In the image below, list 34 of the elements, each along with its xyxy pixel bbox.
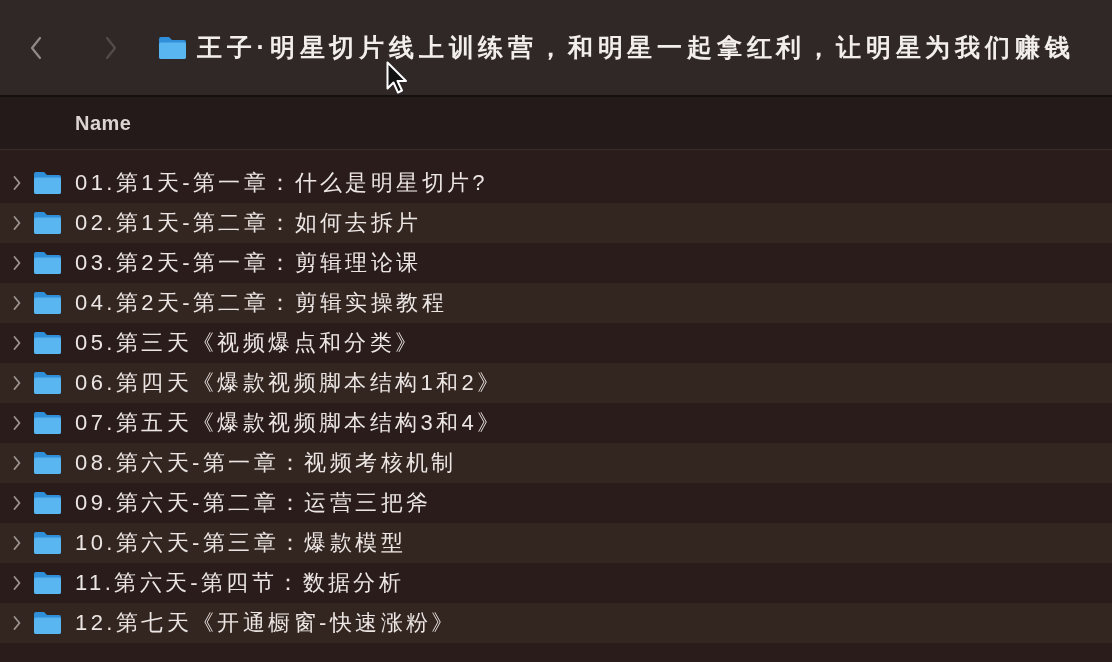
folder-name[interactable]: 11.第六天-第四节：数据分析 bbox=[75, 569, 405, 597]
folder-icon bbox=[33, 171, 62, 195]
window-title: 王子·明星切片线上训练营，和明星一起拿红利，让明星为我们赚钱 bbox=[197, 35, 1075, 60]
folder-icon bbox=[33, 531, 62, 555]
folder-name[interactable]: 01.第1天-第一章：什么是明星切片? bbox=[75, 169, 488, 197]
cursor-icon bbox=[386, 61, 408, 94]
chevron-right-icon[interactable] bbox=[11, 335, 23, 351]
chevron-right-icon[interactable] bbox=[11, 615, 23, 631]
chevron-right-icon[interactable] bbox=[11, 175, 23, 191]
chevron-right-icon[interactable] bbox=[11, 455, 23, 471]
column-header[interactable]: Name bbox=[75, 108, 132, 138]
folder-icon bbox=[33, 331, 62, 355]
chevron-right-icon[interactable] bbox=[11, 415, 23, 431]
folder-icon bbox=[33, 411, 62, 435]
folder-icon bbox=[33, 211, 62, 235]
chevron-right-icon[interactable] bbox=[11, 215, 23, 231]
folder-icon bbox=[33, 251, 62, 275]
folder-icon bbox=[158, 35, 187, 60]
chevron-right-icon[interactable] bbox=[11, 375, 23, 391]
folder-name[interactable]: 07.第五天《爆款视频脚本结构3和4》 bbox=[75, 409, 503, 437]
chevron-right-icon[interactable] bbox=[11, 495, 23, 511]
folder-icon bbox=[33, 451, 62, 475]
folder-name[interactable]: 03.第2天-第一章：剪辑理论课 bbox=[75, 249, 422, 277]
folder-icon bbox=[33, 611, 62, 635]
folder-icon bbox=[33, 371, 62, 395]
chevron-right-icon[interactable] bbox=[11, 255, 23, 271]
chevron-right-icon[interactable] bbox=[11, 535, 23, 551]
folder-name[interactable]: 05.第三天《视频爆点和分类》 bbox=[75, 329, 421, 357]
folder-icon bbox=[33, 491, 62, 515]
folder-icon bbox=[33, 291, 62, 315]
folder-icon bbox=[33, 571, 62, 595]
chevron-right-icon[interactable] bbox=[11, 295, 23, 311]
chevron-right-icon[interactable] bbox=[11, 575, 23, 591]
folder-name[interactable]: 09.第六天-第二章：运营三把斧 bbox=[75, 489, 432, 517]
